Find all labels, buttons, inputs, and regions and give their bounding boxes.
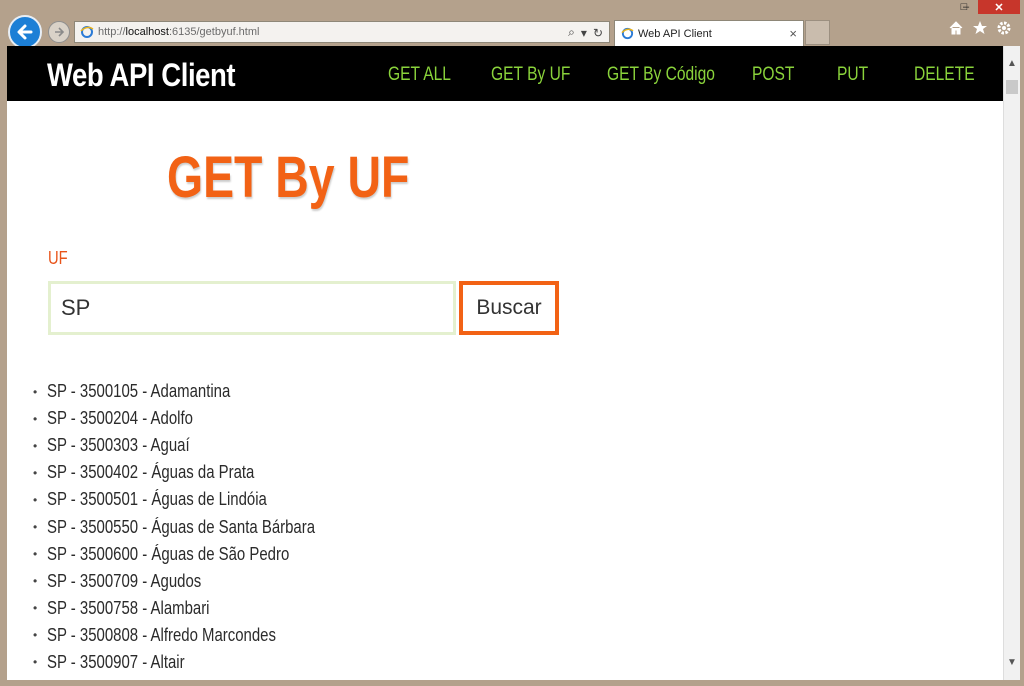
bullet-icon: • — [33, 628, 38, 643]
new-tab-button[interactable] — [805, 20, 830, 45]
list-item: • SP - 3500501 - Águas de Lindóia — [33, 486, 370, 513]
bullet-icon: • — [33, 384, 38, 399]
browser-toolbar-icons — [948, 20, 1012, 36]
list-item-text: SP - 3500709 - Agudos — [47, 570, 202, 591]
chevron-up-icon[interactable]: ▲ — [1007, 58, 1017, 69]
star-icon[interactable] — [972, 20, 988, 36]
bullet-icon: • — [33, 655, 38, 670]
dropdown-icon[interactable]: ▾ — [581, 26, 587, 40]
list-item-text: SP - 3500105 - Adamantina — [47, 381, 231, 402]
list-item: • SP - 3500303 - Aguaí — [33, 432, 370, 459]
list-item-text: SP - 3500303 - Aguaí — [47, 435, 190, 456]
url-prefix: http:// — [98, 26, 126, 38]
uf-input[interactable] — [48, 281, 456, 335]
browser-tab[interactable]: Web API Client × — [614, 20, 804, 46]
window-frame-bottom — [0, 680, 1024, 686]
list-item-text: SP - 3500550 - Águas de Santa Bárbara — [47, 516, 316, 537]
forward-button[interactable] — [48, 21, 70, 43]
list-item: • SP - 3500709 - Agudos — [33, 568, 370, 595]
list-item: • SP - 3500204 - Adolfo — [33, 405, 370, 432]
page-title: GET By UF — [167, 145, 410, 210]
list-item-text: SP - 3500907 - Altair — [47, 651, 185, 672]
nav-link-post[interactable]: POST — [752, 64, 794, 86]
maximize-button[interactable]: □ — [950, 0, 978, 14]
vertical-scrollbar[interactable]: ▲ ▼ — [1003, 46, 1020, 680]
search-icon[interactable]: ⌕ — [568, 25, 575, 40]
list-item-text: SP - 3500501 - Águas de Lindóia — [47, 489, 267, 510]
url-host: localhost — [125, 26, 169, 38]
scrollbar-thumb[interactable] — [1006, 80, 1018, 94]
close-tab-icon[interactable]: × — [789, 26, 797, 41]
arrow-left-icon — [17, 24, 33, 40]
list-item-text: SP - 3500758 - Alambari — [47, 597, 210, 618]
list-item: • SP - 3500808 - Alfredo Marcondes — [33, 622, 370, 649]
home-icon[interactable] — [948, 20, 964, 36]
list-item-text: SP - 3500204 - Adolfo — [47, 408, 193, 429]
bullet-icon: • — [33, 520, 38, 535]
browser-chrome: http://localhost:6135/getbyuf.html ⌕ ▾ ↻… — [0, 0, 1024, 49]
list-item-text: SP - 3500600 - Águas de São Pedro — [47, 543, 290, 564]
list-item: • SP - 3500758 - Alambari — [33, 595, 370, 622]
back-button[interactable] — [8, 15, 42, 49]
nav-link-put[interactable]: PUT — [837, 64, 868, 86]
uf-label: UF — [48, 248, 68, 268]
nav-link-get-all[interactable]: GET ALL — [388, 64, 451, 86]
gear-icon[interactable] — [996, 20, 1012, 36]
list-item: • SP - 3500105 - Adamantina — [33, 378, 370, 405]
results-list: • SP - 3500105 - Adamantina • SP - 3500204… — [33, 378, 370, 676]
nav-link-delete[interactable]: DELETE — [914, 64, 975, 86]
search-button[interactable]: Buscar — [459, 281, 559, 335]
list-item-text: SP - 3500402 - Águas da Prata — [47, 462, 255, 483]
list-item: • SP - 3500907 - Altair — [33, 649, 370, 676]
tab-title: Web API Client — [638, 27, 712, 40]
bullet-icon: • — [33, 438, 38, 453]
url-path: :6135/getbyuf.html — [168, 26, 260, 38]
address-bar[interactable]: http://localhost:6135/getbyuf.html ⌕ ▾ ↻ — [74, 21, 610, 43]
bullet-icon: • — [33, 465, 38, 480]
bullet-icon: • — [33, 411, 38, 426]
arrow-right-icon — [55, 27, 65, 37]
refresh-icon[interactable]: ↻ — [593, 26, 603, 40]
brand-title[interactable]: Web API Client — [47, 57, 236, 94]
ie-favicon-icon — [80, 26, 94, 38]
list-item: • SP - 3500600 - Águas de São Pedro — [33, 541, 370, 568]
close-window-button[interactable]: ✕ — [978, 0, 1020, 14]
list-item: • SP - 3500402 - Águas da Prata — [33, 459, 370, 486]
bullet-icon: • — [33, 574, 38, 589]
bullet-icon: • — [33, 492, 38, 507]
nav-link-get-by-codigo[interactable]: GET By Código — [607, 64, 715, 86]
page-viewport: Web API Client GET ALL GET By UF GET By … — [7, 46, 1003, 680]
list-item: • SP - 3500550 - Águas de Santa Bárbara — [33, 513, 370, 540]
navbar: Web API Client GET ALL GET By UF GET By … — [7, 46, 1003, 101]
nav-link-get-by-uf[interactable]: GET By UF — [491, 64, 570, 86]
chevron-down-icon[interactable]: ▼ — [1007, 657, 1017, 668]
bullet-icon: • — [33, 547, 38, 562]
bullet-icon: • — [33, 601, 38, 616]
ie-tab-icon — [621, 27, 634, 40]
list-item-text: SP - 3500808 - Alfredo Marcondes — [47, 624, 276, 645]
